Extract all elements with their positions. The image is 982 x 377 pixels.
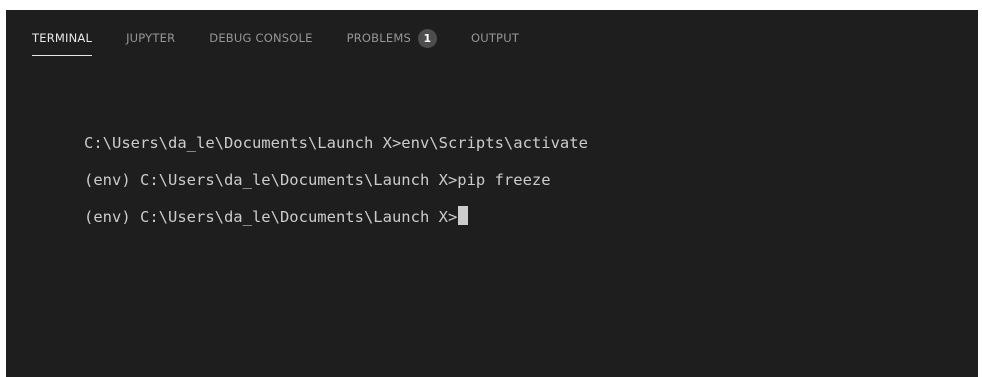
tab-output[interactable]: OUTPUT [471, 28, 519, 48]
terminal-line-text: C:\Users\da_le\Documents\Launch X>env\Sc… [84, 134, 588, 152]
tab-debug-console[interactable]: DEBUG CONSOLE [209, 28, 312, 48]
panel-tab-bar: TERMINAL JUPYTER DEBUG CONSOLE PROBLEMS … [32, 10, 553, 66]
tab-output-label: OUTPUT [470, 31, 520, 45]
tab-terminal-label: TERMINAL [32, 31, 93, 45]
text-cursor [458, 206, 469, 225]
tab-problems[interactable]: PROBLEMS 1 [347, 28, 437, 48]
terminal-panel: TERMINAL JUPYTER DEBUG CONSOLE PROBLEMS … [6, 10, 978, 377]
tab-terminal[interactable]: TERMINAL [32, 28, 93, 56]
tab-jupyter-label: JUPYTER [126, 31, 176, 45]
tab-debug-console-label: DEBUG CONSOLE [209, 31, 313, 45]
tab-problems-label: PROBLEMS [346, 31, 411, 45]
terminal-prompt-text: (env) C:\Users\da_le\Documents\Launch X> [84, 208, 458, 226]
terminal-line-text: (env) C:\Users\da_le\Documents\Launch X>… [84, 171, 551, 189]
tab-jupyter[interactable]: JUPYTER [126, 28, 175, 48]
problems-count-badge: 1 [417, 28, 437, 48]
terminal-line: C:\Users\da_le\Documents\Launch X>env\Sc… [28, 110, 958, 152]
terminal-output[interactable]: C:\Users\da_le\Documents\Launch X>env\Sc… [28, 110, 958, 226]
